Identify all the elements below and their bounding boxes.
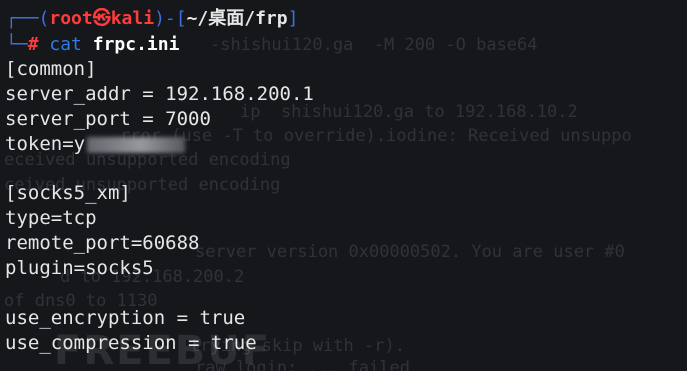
prompt-user-host: root㉿kali	[49, 8, 155, 29]
token-text: token=y	[5, 133, 86, 155]
file-line: remote_port=60688	[5, 232, 200, 254]
ghost-line: -shishui120.ga -M 200 -O base64	[210, 35, 538, 55]
file-line-token: token=y	[5, 132, 186, 157]
file-line: [socks5_xm]	[5, 182, 131, 204]
ghost-line: server version 0x00000502. You are user …	[195, 242, 625, 262]
file-line: server_addr = 192.168.200.1	[5, 83, 314, 105]
prompt-box-corner: ┌──(	[6, 8, 50, 29]
file-line: server_port = 7000	[5, 108, 211, 130]
prompt-box-close: ]	[287, 8, 299, 29]
file-line: use_encryption = true	[5, 307, 246, 329]
prompt-line: ┌──(root㉿kali)-[~/桌面/frp]	[6, 6, 298, 31]
redacted-token-blur	[87, 136, 186, 153]
terminal-window[interactable]: -shishui120.ga -M 200 -O base64 ip shish…	[0, 0, 687, 371]
prompt-symbol: #	[27, 34, 39, 55]
file-line: plugin=socks5	[5, 257, 154, 279]
command-line[interactable]: └─# cat frpc.ini	[6, 32, 179, 57]
command-name: cat	[49, 34, 82, 55]
command-argument: frpc.ini	[92, 34, 180, 55]
file-line: type=tcp	[5, 207, 97, 229]
prompt-cwd: ~/桌面/frp	[186, 8, 288, 29]
file-line: use_compression = true	[5, 332, 257, 354]
prompt-box-separator: )-[	[154, 8, 187, 29]
ghost-line: raw login: ... failed	[195, 358, 410, 371]
prompt-box-corner: └─	[6, 34, 28, 55]
file-line: [common]	[5, 58, 97, 80]
